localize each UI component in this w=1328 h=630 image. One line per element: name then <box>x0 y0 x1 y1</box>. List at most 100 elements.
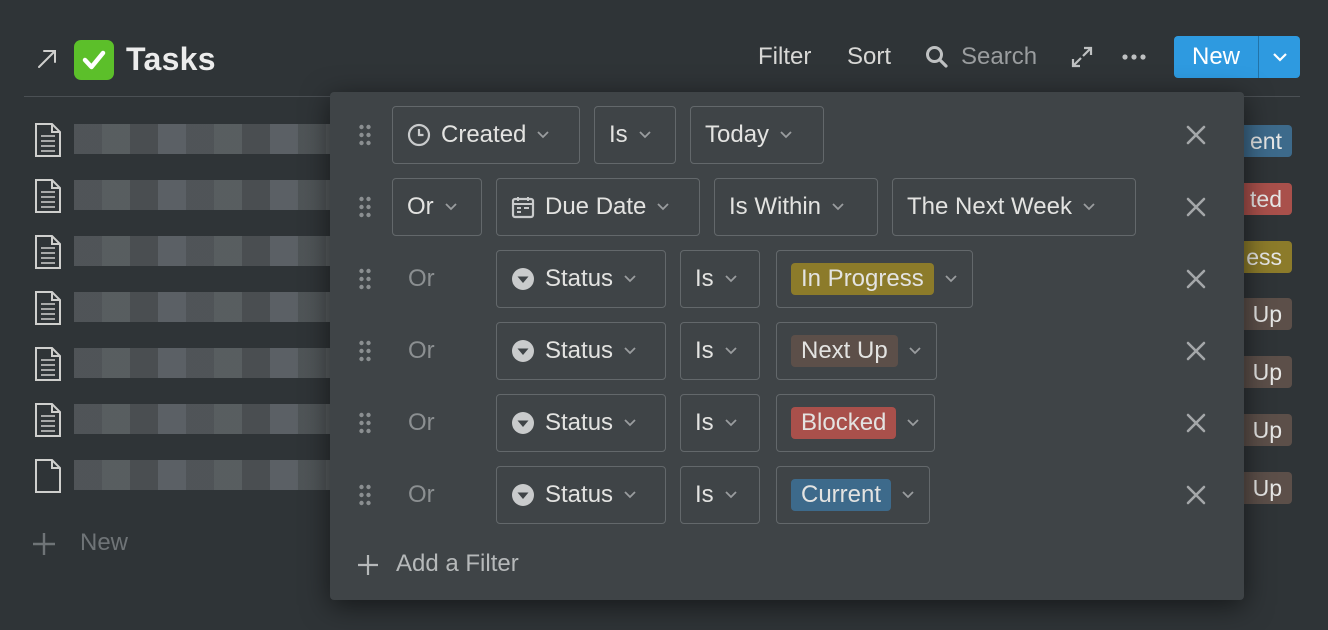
new-button-label[interactable]: New <box>1174 36 1258 78</box>
page-icon <box>35 459 61 493</box>
table-row[interactable] <box>30 120 340 160</box>
status-tag: ted <box>1238 183 1292 215</box>
close-icon[interactable] <box>1184 267 1208 291</box>
page-icon <box>35 179 61 213</box>
drag-handle-icon[interactable] <box>358 267 372 291</box>
blurred-task-title <box>74 236 340 266</box>
status-tag: Current <box>791 479 892 511</box>
drag-handle-icon[interactable] <box>358 123 372 147</box>
filter-value-select[interactable]: The Next Week <box>892 178 1136 236</box>
drag-handle-icon[interactable] <box>358 411 372 435</box>
filter-operator-select[interactable]: Is <box>594 106 676 164</box>
chevron-down-icon <box>445 203 457 211</box>
drag-handle-icon[interactable] <box>358 339 372 363</box>
blurred-task-title <box>74 124 340 154</box>
list-new-label[interactable]: New <box>80 529 128 557</box>
chevron-down-icon <box>907 419 920 427</box>
filter-row: Or Status Is In Progress <box>330 250 1244 308</box>
page-icon <box>35 235 61 269</box>
plus-icon <box>33 533 55 555</box>
filter-conjunction-label: Or <box>408 481 435 508</box>
page-icon <box>35 291 61 325</box>
filter-property-label: Due Date <box>545 193 647 220</box>
filter-operator-label: Is <box>695 481 714 508</box>
select-icon <box>512 268 534 290</box>
blurred-task-title <box>74 292 340 322</box>
filter-row: Or Status Is Next Up <box>330 322 1244 380</box>
filter-value-select[interactable]: Next Up <box>776 322 937 380</box>
chevron-down-icon <box>725 491 737 499</box>
chevron-down-icon <box>1083 203 1095 211</box>
filter-operator-select[interactable]: Is <box>680 322 760 380</box>
status-tag: Up <box>1238 356 1292 388</box>
filter-operator-select[interactable]: Is Within <box>714 178 878 236</box>
filter-conjunction-select[interactable]: Or <box>392 178 482 236</box>
chevron-down-icon <box>657 203 670 211</box>
more-options-icon[interactable] <box>1120 44 1148 70</box>
table-row[interactable] <box>30 344 340 384</box>
chevron-down-icon <box>624 347 636 355</box>
filter-button[interactable]: Filter <box>758 43 811 71</box>
drag-handle-icon[interactable] <box>358 483 372 507</box>
filter-property-select[interactable]: Status <box>496 394 666 452</box>
blurred-task-title <box>74 404 340 434</box>
sort-button[interactable]: Sort <box>847 43 891 71</box>
filter-property-select[interactable]: Status <box>496 322 666 380</box>
chevron-down-icon <box>832 203 844 211</box>
status-tag: ent <box>1238 125 1292 157</box>
close-icon[interactable] <box>1184 483 1208 507</box>
close-icon[interactable] <box>1184 123 1208 147</box>
new-button[interactable]: New <box>1174 36 1300 78</box>
search-button[interactable]: Search <box>961 43 1037 71</box>
filter-row: Or Status Is Current <box>330 466 1244 524</box>
new-dropdown-button[interactable] <box>1258 36 1300 78</box>
table-row[interactable] <box>30 456 340 496</box>
chevron-down-icon <box>780 131 792 139</box>
search-icon[interactable] <box>924 44 950 70</box>
chevron-down-icon <box>909 347 921 355</box>
filter-property-select[interactable]: Status <box>496 466 666 524</box>
filter-property-label: Status <box>545 265 614 292</box>
filter-conjunction-label: Or <box>408 265 435 292</box>
database-header: Tasks Filter Sort Search New <box>24 32 1300 84</box>
blurred-task-title <box>74 348 340 378</box>
add-filter-label[interactable]: Add a Filter <box>396 550 519 578</box>
chevron-down-icon <box>624 275 636 283</box>
status-tag: Up <box>1238 298 1292 330</box>
filter-property-label: Created <box>441 121 527 148</box>
select-icon <box>512 484 534 506</box>
filter-operator-select[interactable]: Is <box>680 466 760 524</box>
filter-value-label: The Next Week <box>907 193 1072 220</box>
filter-property-select[interactable]: Due Date <box>496 178 700 236</box>
table-row[interactable] <box>30 288 340 328</box>
filter-property-label: Status <box>545 337 614 364</box>
status-tag: Up <box>1238 414 1292 446</box>
filter-property-select[interactable]: Status <box>496 250 666 308</box>
table-row[interactable] <box>30 400 340 440</box>
page-icon <box>35 403 61 437</box>
table-row[interactable] <box>30 232 340 272</box>
page-icon <box>35 347 61 381</box>
open-as-page-icon[interactable] <box>34 46 60 72</box>
status-tag: Up <box>1238 472 1292 504</box>
filter-value-select[interactable]: In Progress <box>776 250 973 308</box>
chevron-down-icon <box>725 275 737 283</box>
filter-property-label: Status <box>545 409 614 436</box>
filter-row: Or Status Is Blocked <box>330 394 1244 452</box>
filter-value-select[interactable]: Current <box>776 466 931 524</box>
close-icon[interactable] <box>1184 195 1208 219</box>
filter-value-select[interactable]: Today <box>690 106 824 164</box>
close-icon[interactable] <box>1184 411 1208 435</box>
filter-operator-label: Is Within <box>729 193 822 220</box>
filter-operator-select[interactable]: Is <box>680 250 760 308</box>
filter-operator-select[interactable]: Is <box>680 394 760 452</box>
filter-conjunction-label: Or <box>408 337 435 364</box>
filter-popup: Created Is Today Or Due Date Is Within The Nex… <box>330 92 1244 600</box>
filter-value-select[interactable]: Blocked <box>776 394 936 452</box>
filter-property-select[interactable]: Created <box>392 106 580 164</box>
blurred-task-title <box>74 180 340 210</box>
drag-handle-icon[interactable] <box>358 195 372 219</box>
close-icon[interactable] <box>1184 339 1208 363</box>
expand-icon[interactable] <box>1070 45 1094 69</box>
table-row[interactable] <box>30 176 340 216</box>
